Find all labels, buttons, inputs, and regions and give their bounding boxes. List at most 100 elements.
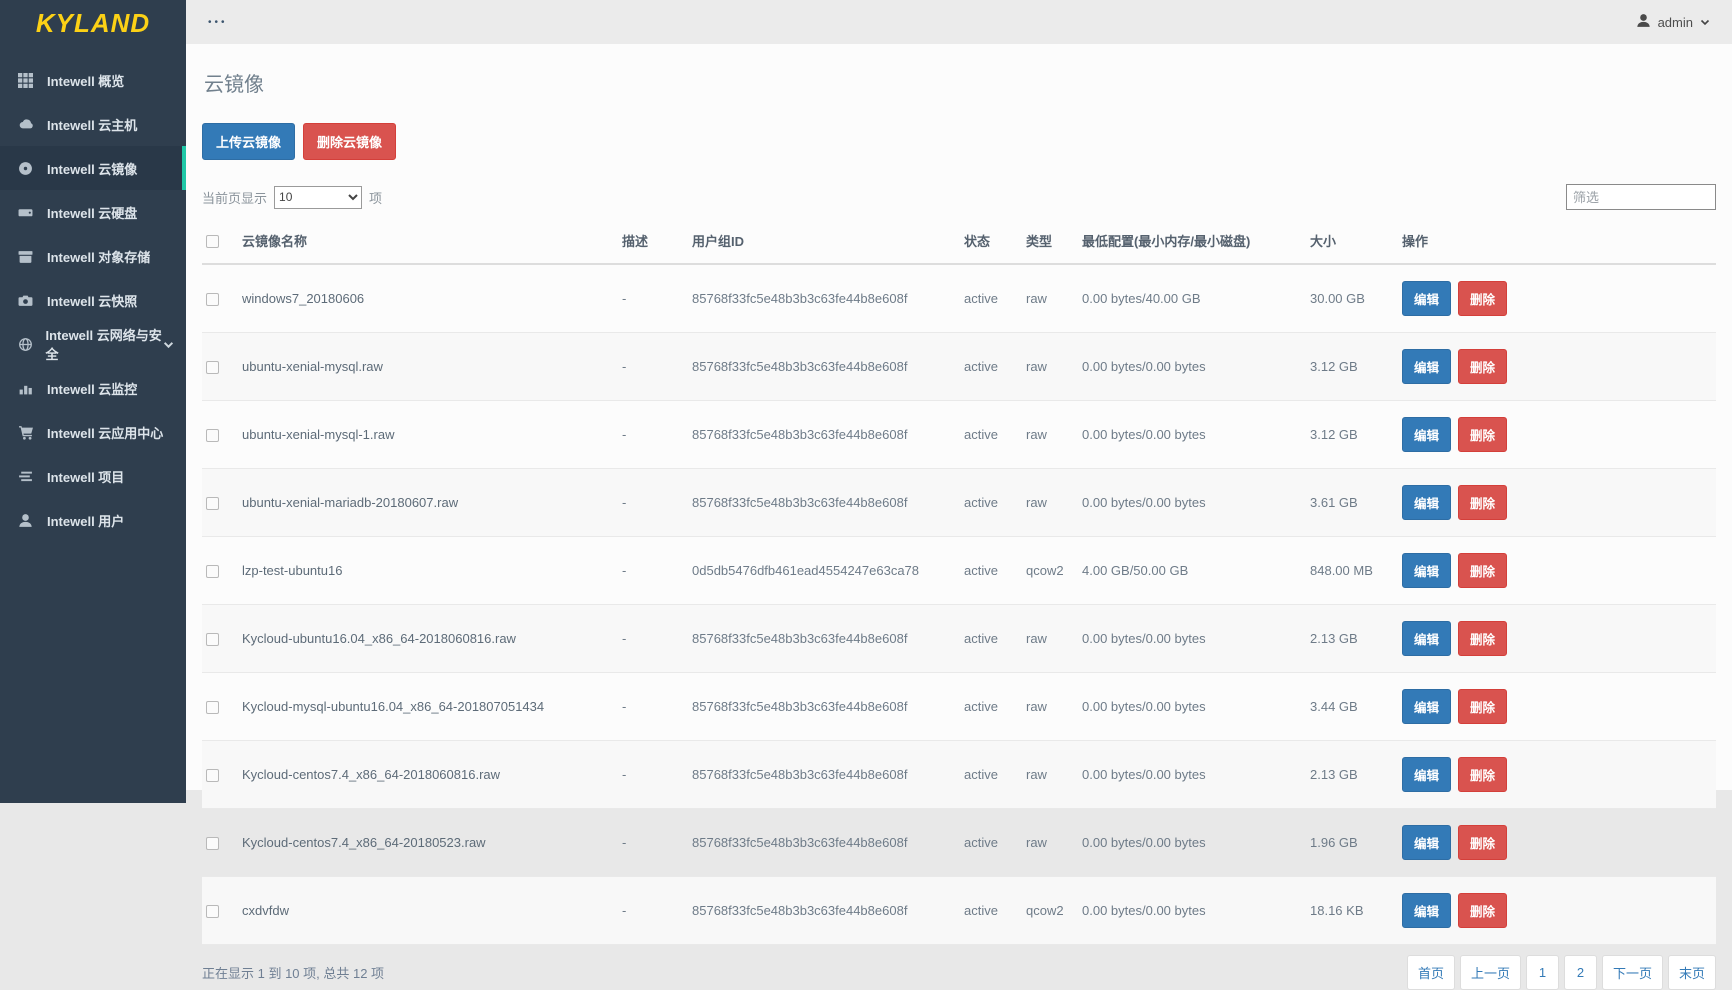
cell-image-name: lzp-test-ubuntu16 xyxy=(238,537,618,605)
cell-size: 3.61 GB xyxy=(1306,469,1398,537)
pagination-button[interactable]: 2 xyxy=(1564,955,1597,990)
cell-status: active xyxy=(960,333,1022,401)
disc-icon xyxy=(18,161,35,176)
header-type: 类型 xyxy=(1022,220,1078,264)
sidebar-item-label: Intewell 对象存储 xyxy=(47,247,150,266)
sidebar-item-grid[interactable]: Intewell 概览 xyxy=(0,58,186,102)
row-checkbox[interactable] xyxy=(206,565,219,578)
chevron-down-icon xyxy=(163,339,174,350)
chevron-down-icon xyxy=(1700,15,1710,30)
sidebar-item-label: Intewell 云镜像 xyxy=(47,159,137,178)
select-all-checkbox[interactable] xyxy=(206,235,219,248)
cell-description: - xyxy=(618,401,688,469)
cell-type: raw xyxy=(1022,809,1078,877)
page-size-select[interactable]: 10 xyxy=(274,186,362,209)
cell-size: 1.96 GB xyxy=(1306,809,1398,877)
table-controls: 当前页显示 10 项 xyxy=(202,184,1716,210)
sidebar-item-chart[interactable]: Intewell 云监控 xyxy=(0,366,186,410)
cell-description: - xyxy=(618,469,688,537)
cell-type: qcow2 xyxy=(1022,877,1078,945)
delete-button[interactable]: 删除 xyxy=(1458,825,1507,860)
cell-description: - xyxy=(618,537,688,605)
cell-type: raw xyxy=(1022,673,1078,741)
upload-image-button[interactable]: 上传云镜像 xyxy=(202,123,295,160)
delete-button[interactable]: 删除 xyxy=(1458,281,1507,316)
row-checkbox[interactable] xyxy=(206,837,219,850)
row-checkbox[interactable] xyxy=(206,633,219,646)
delete-image-button[interactable]: 删除云镜像 xyxy=(303,123,396,160)
brand-logo[interactable]: KYLAND xyxy=(0,0,186,46)
sidebar-item-label: Intewell 概览 xyxy=(47,71,124,90)
sidebar-item-globe[interactable]: Intewell 云网络与安全 xyxy=(0,322,186,366)
delete-button[interactable]: 删除 xyxy=(1458,349,1507,384)
edit-button[interactable]: 编辑 xyxy=(1402,825,1451,860)
row-checkbox[interactable] xyxy=(206,497,219,510)
menu-dots-icon[interactable]: ••• xyxy=(208,17,228,28)
sidebar-item-cloud[interactable]: Intewell 云主机 xyxy=(0,102,186,146)
filter-input[interactable] xyxy=(1566,184,1716,210)
user-menu[interactable]: admin xyxy=(1636,13,1710,31)
edit-button[interactable]: 编辑 xyxy=(1402,553,1451,588)
delete-button[interactable]: 删除 xyxy=(1458,621,1507,656)
hdd-icon xyxy=(18,205,35,220)
edit-button[interactable]: 编辑 xyxy=(1402,757,1451,792)
delete-button[interactable]: 删除 xyxy=(1458,553,1507,588)
sidebar-item-disc[interactable]: Intewell 云镜像 xyxy=(0,146,186,190)
row-checkbox[interactable] xyxy=(206,905,219,918)
cell-size: 848.00 MB xyxy=(1306,537,1398,605)
edit-button[interactable]: 编辑 xyxy=(1402,485,1451,520)
cell-group-id: 85768f33fc5e48b3b3c63fe44b8e608f xyxy=(688,741,960,809)
delete-button[interactable]: 删除 xyxy=(1458,485,1507,520)
delete-button[interactable]: 删除 xyxy=(1458,417,1507,452)
edit-button[interactable]: 编辑 xyxy=(1402,689,1451,724)
sidebar-item-label: Intewell 云主机 xyxy=(47,115,137,134)
edit-button[interactable]: 编辑 xyxy=(1402,281,1451,316)
cell-group-id: 85768f33fc5e48b3b3c63fe44b8e608f xyxy=(688,469,960,537)
row-checkbox[interactable] xyxy=(206,429,219,442)
edit-button[interactable]: 编辑 xyxy=(1402,621,1451,656)
cell-status: active xyxy=(960,741,1022,809)
pagination-button[interactable]: 上一页 xyxy=(1460,955,1521,990)
cell-group-id: 85768f33fc5e48b3b3c63fe44b8e608f xyxy=(688,264,960,333)
main-panel: 云镜像 上传云镜像 删除云镜像 当前页显示 10 项 云镜像名称 描述 用户组I… xyxy=(186,44,1732,790)
sidebar-menu: Intewell 概览 Intewell 云主机 Intewell 云镜像 In… xyxy=(0,46,186,542)
pagination-button[interactable]: 末页 xyxy=(1668,955,1716,990)
edit-button[interactable]: 编辑 xyxy=(1402,417,1451,452)
cell-group-id: 85768f33fc5e48b3b3c63fe44b8e608f xyxy=(688,877,960,945)
user-icon xyxy=(18,513,35,528)
cell-status: active xyxy=(960,877,1022,945)
edit-button[interactable]: 编辑 xyxy=(1402,349,1451,384)
cell-group-id: 0d5db5476dfb461ead4554247e63ca78 xyxy=(688,537,960,605)
row-checkbox[interactable] xyxy=(206,701,219,714)
sidebar-item-tasks[interactable]: Intewell 项目 xyxy=(0,454,186,498)
pagination-button[interactable]: 下一页 xyxy=(1602,955,1663,990)
delete-button[interactable]: 删除 xyxy=(1458,689,1507,724)
pagination-button[interactable]: 首页 xyxy=(1407,955,1455,990)
tasks-icon xyxy=(18,469,35,484)
cell-type: qcow2 xyxy=(1022,537,1078,605)
pagination-button[interactable]: 1 xyxy=(1526,955,1559,990)
row-checkbox[interactable] xyxy=(206,769,219,782)
delete-button[interactable]: 删除 xyxy=(1458,757,1507,792)
table-row: windows7_20180606 - 85768f33fc5e48b3b3c6… xyxy=(202,264,1716,333)
cell-group-id: 85768f33fc5e48b3b3c63fe44b8e608f xyxy=(688,333,960,401)
sidebar-item-archive[interactable]: Intewell 对象存储 xyxy=(0,234,186,278)
row-checkbox[interactable] xyxy=(206,361,219,374)
page-size-prefix-label: 当前页显示 xyxy=(202,188,267,207)
delete-button[interactable]: 删除 xyxy=(1458,893,1507,928)
cell-size: 18.16 KB xyxy=(1306,877,1398,945)
sidebar-item-user[interactable]: Intewell 用户 xyxy=(0,498,186,542)
cell-type: raw xyxy=(1022,333,1078,401)
cloud-image-table: 云镜像名称 描述 用户组ID 状态 类型 最低配置(最小内存/最小磁盘) 大小 … xyxy=(202,220,1716,945)
row-checkbox[interactable] xyxy=(206,293,219,306)
edit-button[interactable]: 编辑 xyxy=(1402,893,1451,928)
cell-min-config: 0.00 bytes/0.00 bytes xyxy=(1078,809,1306,877)
cell-image-name: Kycloud-centos7.4_x86_64-20180523.raw xyxy=(238,809,618,877)
sidebar: KYLAND Intewell 概览 Intewell 云主机 Intewell… xyxy=(0,0,186,803)
sidebar-item-camera[interactable]: Intewell 云快照 xyxy=(0,278,186,322)
sidebar-item-label: Intewell 项目 xyxy=(47,467,124,486)
sidebar-item-hdd[interactable]: Intewell 云硬盘 xyxy=(0,190,186,234)
header-actions: 操作 xyxy=(1398,220,1716,264)
sidebar-item-cart[interactable]: Intewell 云应用中心 xyxy=(0,410,186,454)
cell-description: - xyxy=(618,673,688,741)
